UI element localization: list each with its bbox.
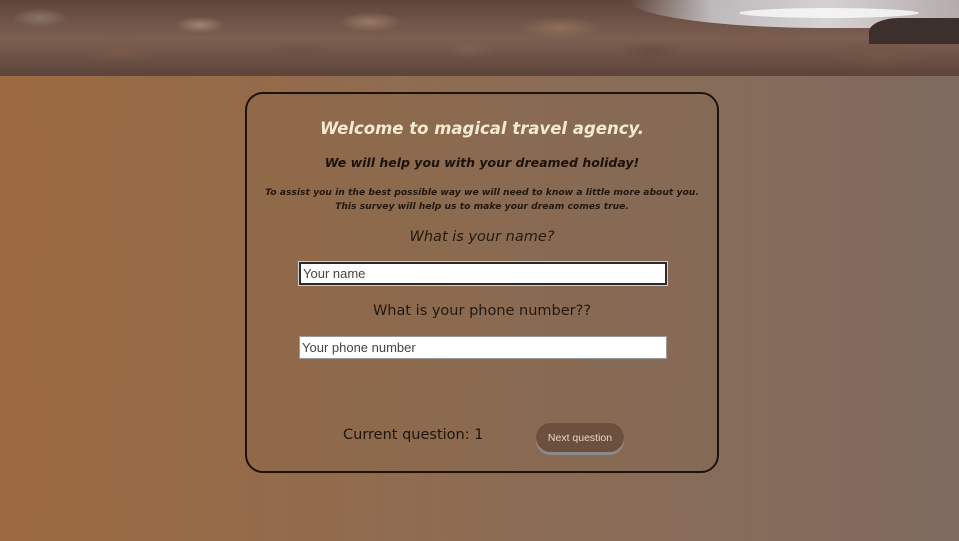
page-subtitle: We will help you with your dreamed holid… — [324, 155, 640, 170]
survey-card: Welcome to magical travel agency. We wil… — [245, 92, 719, 473]
survey-intro: To assist you in the best possible way w… — [265, 187, 699, 212]
page-title: Welcome to magical travel agency. — [320, 119, 644, 138]
name-input[interactable] — [298, 261, 668, 286]
next-question-button[interactable]: Next question — [536, 423, 624, 452]
question-name-label: What is your name? — [409, 229, 555, 245]
dark-rock — [869, 18, 959, 44]
question-phone-label: What is your phone number?? — [372, 303, 592, 319]
phone-input[interactable] — [299, 336, 667, 359]
current-question-indicator: Current question: 1 — [343, 427, 484, 443]
sea-foam — [739, 8, 919, 18]
header-photo — [0, 0, 959, 76]
